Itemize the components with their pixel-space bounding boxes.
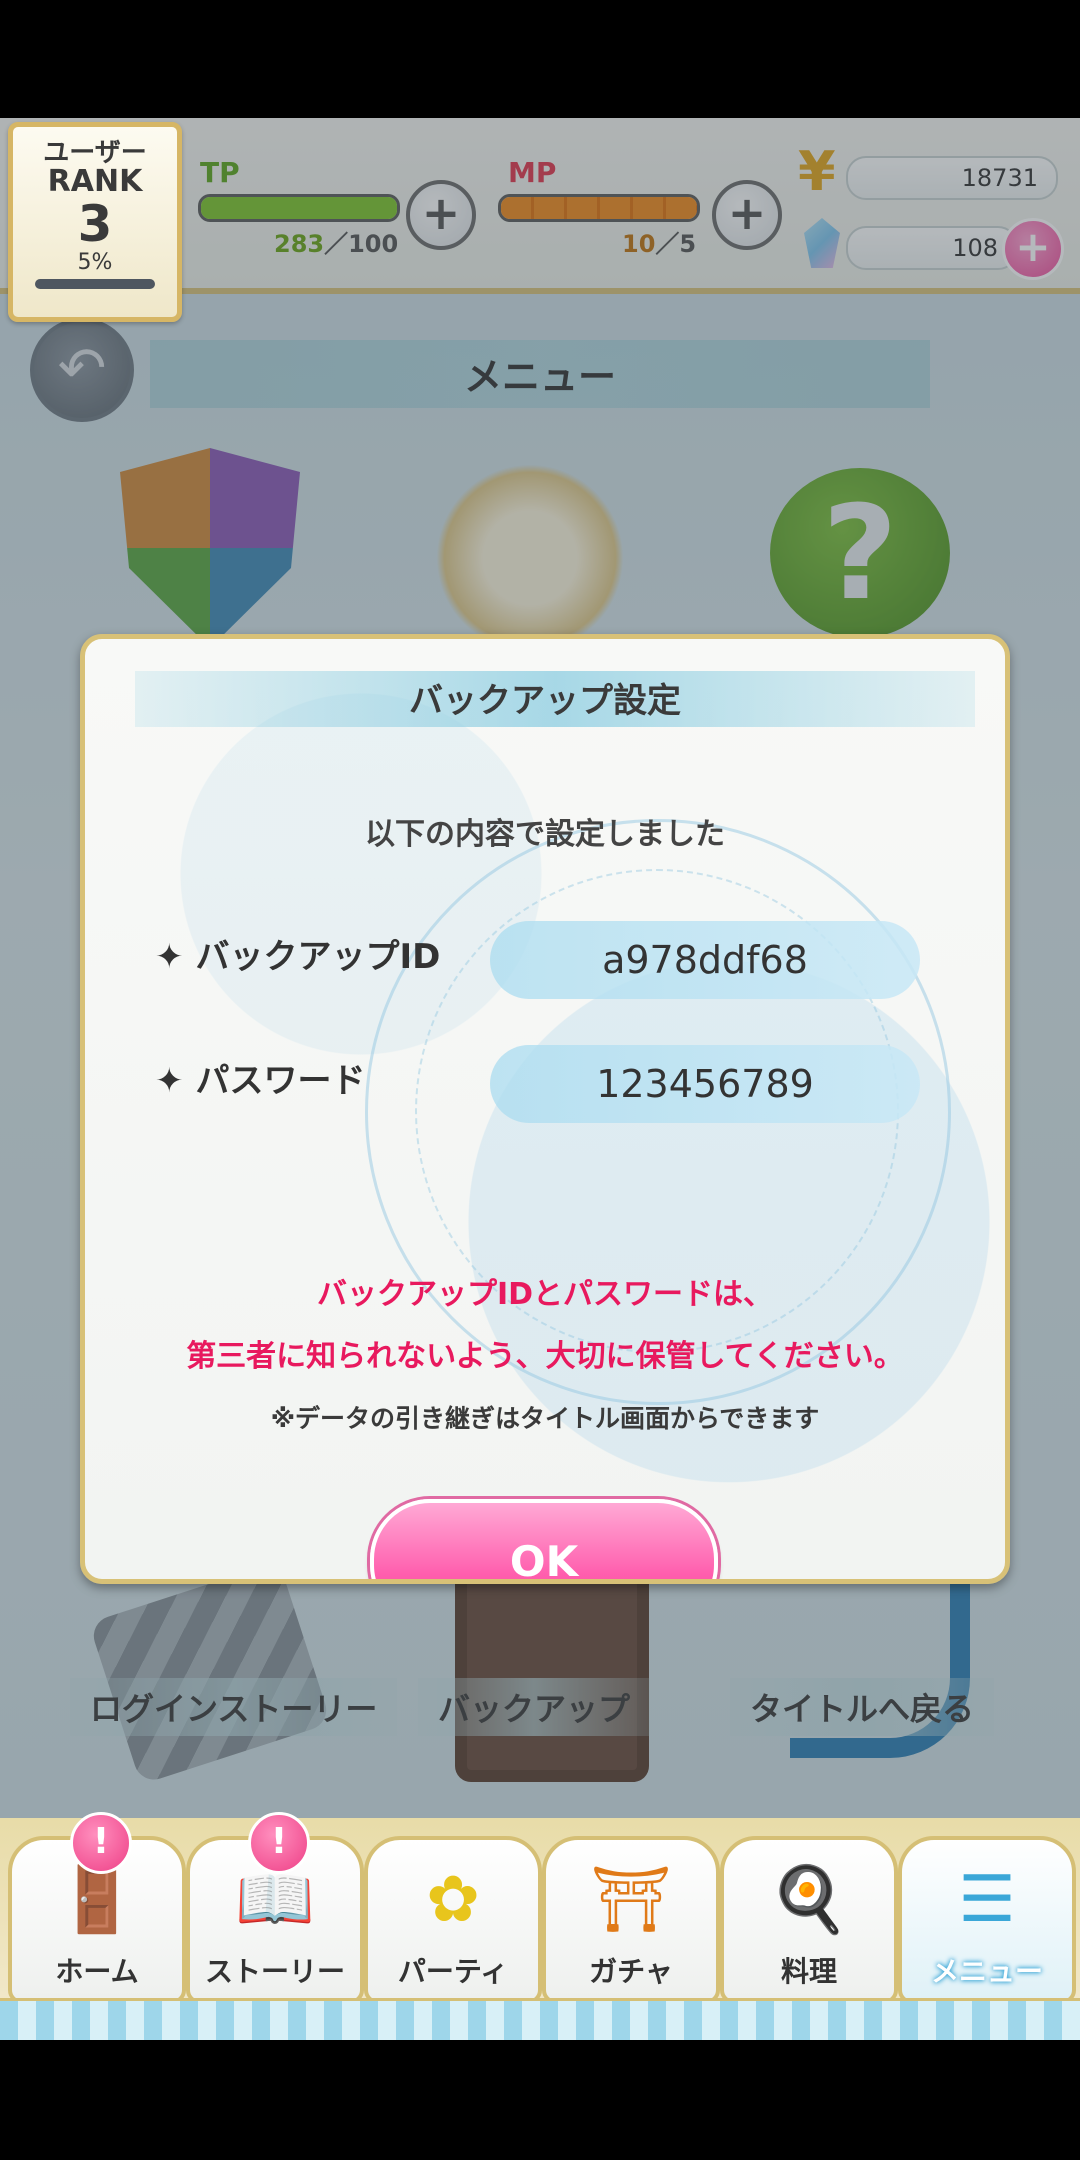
transfer-note: ※データの引き継ぎはタイトル画面からできます: [270, 1404, 820, 1433]
nav-menu-label: メニュー: [930, 1955, 1043, 1988]
rank-percent: 5%: [77, 250, 113, 275]
warning-line-2: 第三者に知られないよう、大切に保管してください。: [186, 1339, 904, 1374]
rank-progress-bar: [35, 279, 155, 289]
nav-home-label: ホーム: [55, 1955, 139, 1988]
rank-label: RANK: [47, 164, 143, 199]
nav-story[interactable]: 📖 ストーリー !: [186, 1812, 364, 2004]
warning-line-1: バックアップIDとパスワードは、: [316, 1277, 774, 1312]
game-screen: ユーザー RANK 3 5% TP 283／100 + MP 10／5 + ¥ …: [0, 118, 1080, 2040]
rank-value: 3: [77, 195, 113, 253]
backup-settings-dialog: バックアップ設定 以下の内容で設定しました ✦ バックアップID a978ddf6…: [80, 634, 1010, 1584]
nav-story-label: ストーリー: [204, 1955, 345, 1988]
dialog-subtitle: 以下の内容で設定しました: [365, 817, 725, 852]
alert-badge: !: [248, 1812, 310, 1874]
lily-icon: ✿: [426, 1863, 480, 1937]
nav-gacha[interactable]: ⛩ ガチャ: [542, 1836, 720, 2004]
backup-id-value: a978ddf68: [490, 921, 920, 999]
backup-id-label-text: バックアップID: [195, 937, 441, 977]
nav-home[interactable]: 🚪 ホーム !: [8, 1812, 186, 2004]
bottom-decor-strip: [0, 1998, 1080, 2040]
backup-id-label: ✦ バックアップID: [155, 929, 440, 978]
nav-gacha-label: ガチャ: [589, 1955, 673, 1988]
nav-party-label: パーティ: [397, 1955, 509, 1988]
menu-list-icon: ☰: [958, 1863, 1016, 1937]
password-label: ✦ パスワード: [155, 1053, 366, 1102]
chef-hat-icon: 🍳: [769, 1863, 849, 1937]
nav-cooking-label: 料理: [780, 1955, 837, 1988]
nav-cooking[interactable]: 🍳 料理: [720, 1836, 898, 2004]
dialog-title: バックアップ設定: [409, 681, 681, 721]
password-value: 123456789: [490, 1045, 920, 1123]
nav-party[interactable]: ✿ パーティ: [364, 1836, 542, 2004]
alert-badge: !: [70, 1812, 132, 1874]
star-icon: ✦: [155, 1061, 184, 1101]
gacha-door-icon: ⛩: [590, 1863, 672, 1937]
nav-menu[interactable]: ☰ メニュー: [898, 1836, 1076, 2004]
rank-user-label: ユーザー: [43, 138, 147, 168]
user-rank-badge[interactable]: ユーザー RANK 3 5%: [8, 122, 182, 322]
star-icon: ✦: [155, 937, 184, 977]
ok-button[interactable]: OK: [370, 1499, 718, 1579]
password-label-text: パスワード: [195, 1061, 366, 1101]
